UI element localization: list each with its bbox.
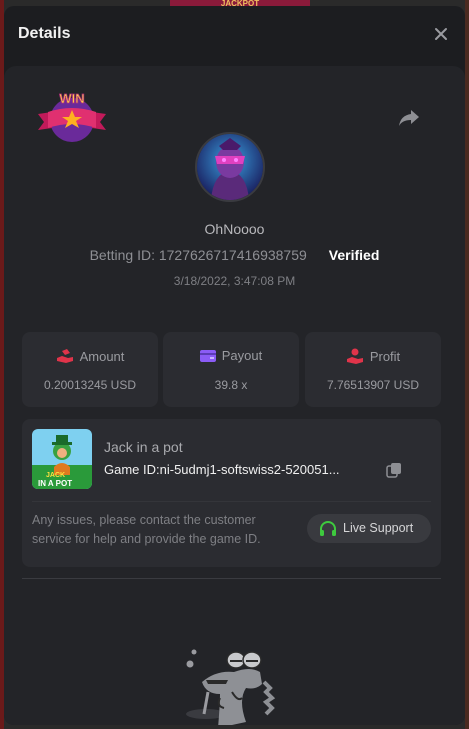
wallet-icon (199, 350, 216, 362)
live-support-label: Live Support (343, 521, 414, 535)
betting-id: Betting ID: 1727626717416938759 (89, 247, 307, 263)
details-modal: Details WIN OhNoooo Betting ID: 17276267… (4, 6, 465, 725)
live-support-button[interactable]: Live Support (307, 514, 431, 543)
bet-stats: Amount 0.20013245 USD Payout 39.8 x Prof… (22, 332, 441, 407)
svg-text:JACK: JACK (46, 472, 65, 479)
game-card: JACK IN A POT Jack in a pot Game ID:ni-5… (22, 419, 441, 567)
game-id-label: Game ID: (104, 462, 160, 477)
verified-badge: Verified (328, 247, 380, 263)
game-id-value: ni-5udmj1-softswiss2-520051... (159, 462, 340, 477)
stat-profit-label: Profit (369, 349, 401, 364)
stat-profit: Profit 7.76513907 USD (305, 332, 441, 407)
hand-coins-icon (56, 349, 73, 363)
stat-amount: Amount 0.20013245 USD (22, 332, 158, 407)
svg-text:IN A POT: IN A POT (38, 479, 72, 488)
game-name: Jack in a pot (104, 439, 183, 455)
headset-icon (320, 521, 336, 536)
share-icon (399, 110, 419, 126)
stat-payout-label: Payout (221, 348, 263, 363)
svg-text:WIN: WIN (59, 91, 84, 106)
modal-header: Details (4, 6, 465, 64)
profit-hand-icon (346, 348, 363, 364)
game-thumbnail[interactable]: JACK IN A POT (32, 429, 92, 489)
stat-payout-value: 39.8 x (214, 378, 248, 392)
copy-icon (386, 463, 401, 478)
stat-amount-label: Amount (79, 349, 125, 364)
share-button[interactable] (397, 108, 421, 128)
copy-button[interactable] (386, 462, 402, 478)
bet-timestamp: 3/18/2022, 3:47:08 PM (173, 274, 296, 288)
support-help-text: Any issues, please contact the customer … (32, 513, 261, 546)
section-divider (22, 578, 441, 579)
stat-payout: Payout 39.8 x (163, 332, 299, 407)
betting-id-row: Betting ID: 1727626717416938759 Verified (4, 247, 465, 263)
stat-profit-value: 7.76513907 USD (326, 378, 420, 392)
stat-amount-value: 0.20013245 USD (43, 378, 137, 392)
close-button[interactable] (431, 24, 451, 44)
close-icon (435, 28, 447, 40)
username: OhNoooo (204, 221, 265, 237)
avatar (195, 132, 265, 202)
win-badge: WIN (36, 90, 108, 146)
bet-details-panel: WIN OhNoooo Betting ID: 1727626717416938… (4, 66, 465, 725)
crocodile-mascot (176, 642, 286, 725)
game-id-row: Game ID:ni-5udmj1-softswiss2-520051... (104, 462, 404, 477)
card-divider (32, 501, 431, 502)
modal-title: Details (18, 25, 71, 42)
